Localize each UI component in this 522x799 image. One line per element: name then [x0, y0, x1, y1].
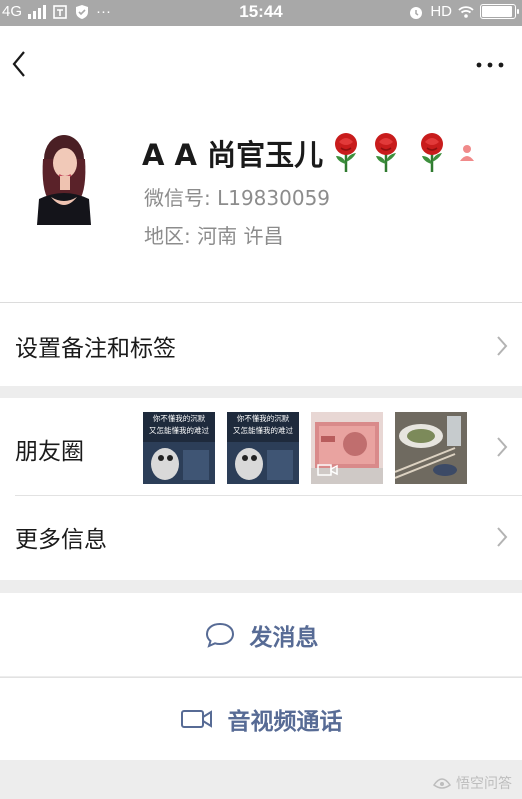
battery-icon [480, 4, 519, 19]
more-options-icon[interactable] [470, 50, 510, 80]
chevron-right-icon [497, 527, 508, 547]
info-block: 朋友圈 你不懂我的沉默 又怎能懂我的难过 你不懂我的沉默 又怎能懂我的难过 更多… [0, 398, 522, 580]
video-camera-icon [180, 710, 212, 728]
back-icon[interactable] [8, 46, 38, 82]
wechat-id: 微信号: L19830059 [144, 186, 331, 210]
send-message-button[interactable]: 发消息 [0, 593, 522, 676]
meme-image: 你不懂我的沉默 又怎能懂我的难过 [227, 412, 299, 484]
rose-emoji-icon [335, 133, 358, 172]
status-bar: 4G ··· 15:44 HD [0, 0, 522, 26]
more-info-row[interactable]: 更多信息 [0, 496, 522, 580]
meme-caption-line2: 又怎能懂我的难过 [149, 425, 209, 435]
alarm-icon [410, 6, 423, 19]
profile-name-text: A A 尚官玉儿 [142, 138, 324, 172]
moments-thumbnail: 你不懂我的沉默 又怎能懂我的难过 [143, 412, 215, 484]
region: 地区: 河南 许昌 [144, 224, 284, 248]
moments-label: 朋友圈 [15, 439, 84, 465]
profile-header: A A 尚官玉儿 微信号: L19830059 地区: 河南 许昌 [0, 26, 522, 302]
set-remark-tags-label: 设置备注和标签 [15, 336, 176, 362]
watermark-logo-icon [432, 778, 452, 789]
rose-emoji-icon [375, 133, 398, 172]
moments-row[interactable]: 朋友圈 你不懂我的沉默 又怎能懂我的难过 你不懂我的沉默 又怎能懂我的难过 [0, 398, 522, 495]
meme-image: 你不懂我的沉默 又怎能懂我的难过 [143, 412, 215, 484]
moments-thumbnail [311, 412, 383, 484]
status-right: HD [408, 3, 519, 20]
watermark: 悟空问答 [432, 773, 512, 793]
chevron-right-icon [497, 336, 508, 356]
watermark-text: 悟空问答 [456, 776, 512, 792]
gender-female-icon [460, 145, 475, 161]
meme-caption-line1: 你不懂我的沉默 [153, 413, 206, 423]
profile-name: A A 尚官玉儿 [142, 132, 475, 174]
more-info-label: 更多信息 [15, 527, 107, 553]
wifi-icon [458, 5, 474, 18]
chat-bubble-icon [205, 622, 234, 648]
moments-thumbnail: 你不懂我的沉默 又怎能懂我的难过 [227, 412, 299, 484]
dining-table-photo [395, 412, 467, 484]
avatar[interactable] [29, 129, 99, 225]
meme-caption-line2: 又怎能懂我的难过 [233, 425, 293, 435]
video-icon [317, 464, 338, 476]
send-message-label: 发消息 [249, 624, 319, 651]
chevron-right-icon [497, 437, 508, 457]
video-call-label: 音视频通话 [227, 709, 343, 735]
meme-caption-line1: 你不懂我的沉默 [237, 413, 290, 423]
video-call-button[interactable]: 音视频通话 [0, 677, 522, 760]
hd-label: HD [430, 3, 452, 20]
set-remark-tags-row[interactable]: 设置备注和标签 [0, 302, 522, 386]
moments-thumbnail [395, 412, 467, 484]
rose-emoji-icon [421, 133, 444, 172]
